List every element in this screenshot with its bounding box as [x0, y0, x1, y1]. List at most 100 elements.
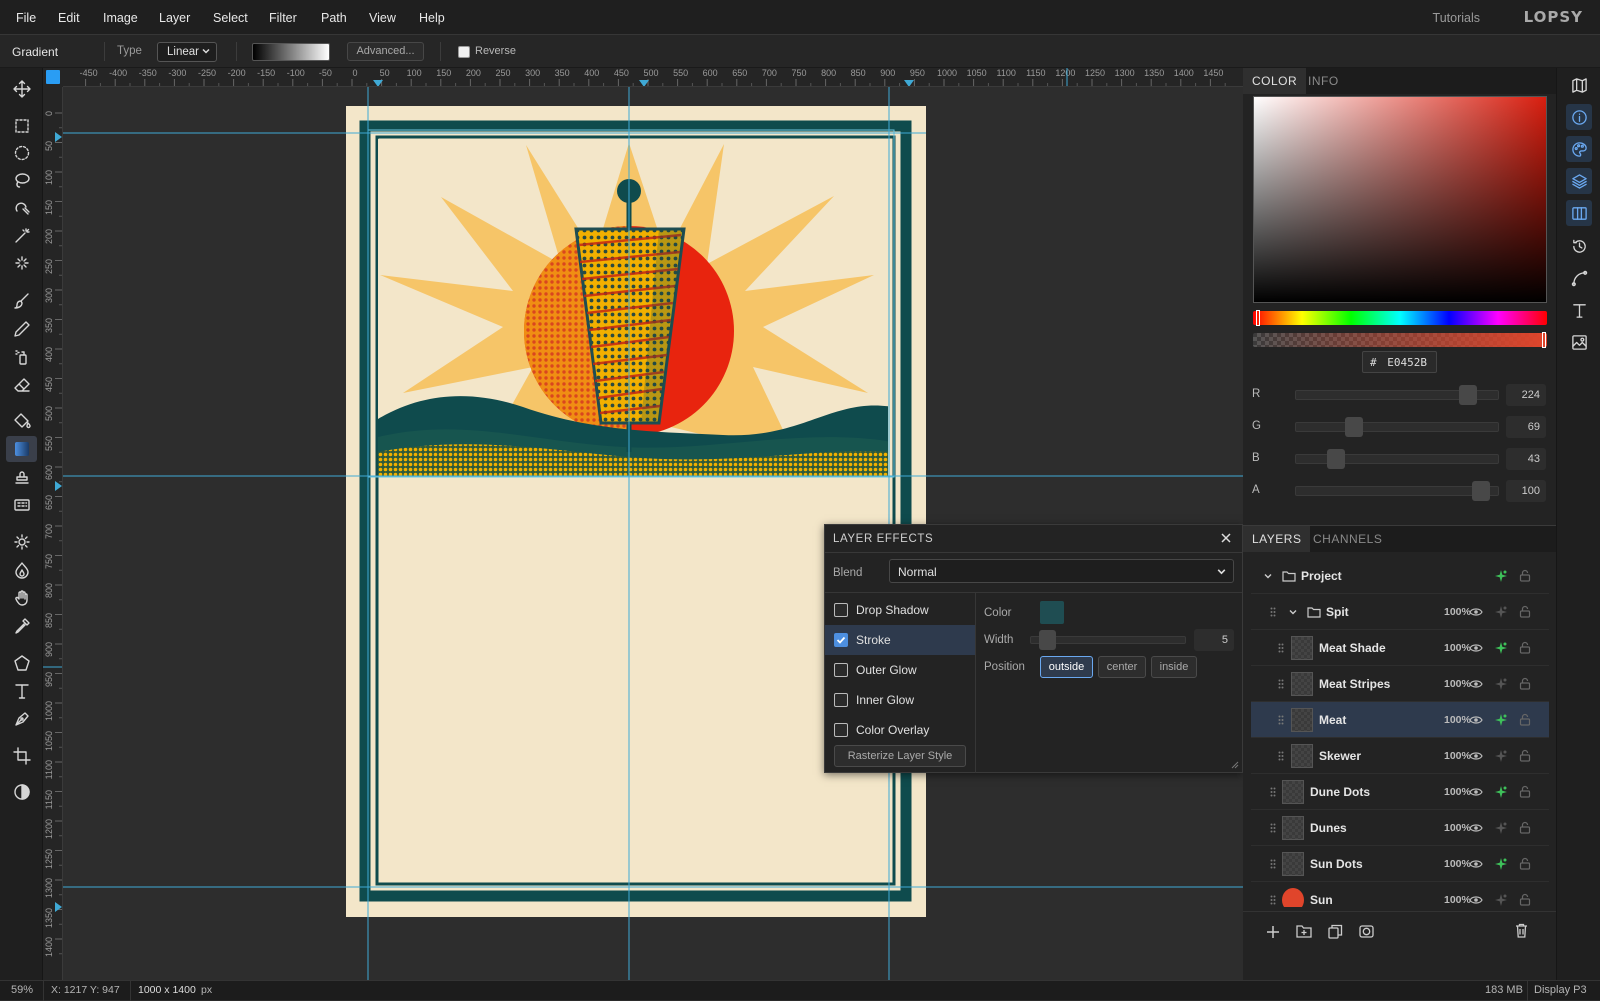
effect-checkbox-outer-glow[interactable] [834, 663, 848, 677]
duplicate-layer-icon[interactable] [1328, 924, 1343, 939]
lock-icon[interactable] [1519, 641, 1531, 654]
reverse-checkbox[interactable] [458, 46, 470, 58]
chevron-down-icon[interactable] [1288, 607, 1298, 617]
alpha-slider[interactable] [1253, 333, 1547, 347]
layer-row-meat-shade[interactable]: Meat Shade 100% [1251, 630, 1549, 666]
layer-fx-icon[interactable] [1494, 821, 1508, 835]
drag-handle-icon[interactable] [1270, 895, 1276, 905]
layer-fx-icon[interactable] [1494, 893, 1508, 907]
map-icon[interactable] [1566, 72, 1592, 98]
eyedropper-icon[interactable] [6, 613, 37, 639]
chevron-down-icon[interactable] [1263, 571, 1273, 581]
effect-row-outer-glow[interactable]: Outer Glow [825, 655, 975, 685]
layer-fx-icon[interactable] [1494, 641, 1508, 655]
position-center-button[interactable]: center [1098, 656, 1146, 678]
hue-slider[interactable] [1253, 311, 1547, 325]
image-adjust-icon[interactable] [1566, 329, 1592, 355]
channel-slider-b[interactable] [1295, 454, 1499, 464]
layer-row-spit[interactable]: Spit 100% [1251, 594, 1549, 630]
paint-bucket-icon[interactable] [6, 408, 37, 434]
channel-slider-handle[interactable] [1326, 449, 1345, 469]
eye-icon[interactable] [1469, 714, 1483, 726]
lock-icon[interactable] [1519, 857, 1531, 870]
layer-fx-icon[interactable] [1494, 605, 1508, 619]
brush-icon[interactable] [6, 288, 37, 314]
eye-icon[interactable] [1469, 858, 1483, 870]
menu-image[interactable]: Image [103, 11, 138, 25]
lock-icon[interactable] [1519, 677, 1531, 690]
spray-icon[interactable] [6, 344, 37, 370]
menu-help[interactable]: Help [419, 11, 445, 25]
resize-handle-icon[interactable] [1231, 761, 1239, 769]
layer-row-project[interactable]: Project [1251, 558, 1549, 594]
hue-slider-handle[interactable] [1256, 310, 1260, 326]
add-group-icon[interactable] [1296, 924, 1312, 938]
effect-row-drop-shadow[interactable]: Drop Shadow [825, 595, 975, 625]
eye-icon[interactable] [1469, 786, 1483, 798]
alpha-slider-handle[interactable] [1542, 332, 1546, 348]
quick-select-icon[interactable] [6, 250, 37, 276]
effect-checkbox-stroke[interactable] [834, 633, 848, 647]
drag-handle-icon[interactable] [1278, 751, 1284, 761]
close-icon[interactable] [1220, 532, 1232, 544]
lock-icon[interactable] [1519, 713, 1531, 726]
stroke-width-value[interactable]: 5 [1194, 629, 1234, 651]
burn-icon[interactable] [6, 557, 37, 583]
palette-icon[interactable] [1566, 136, 1592, 162]
channel-value-g[interactable]: 69 [1506, 416, 1546, 438]
channel-slider-g[interactable] [1295, 422, 1499, 432]
position-outside-button[interactable]: outside [1040, 656, 1093, 678]
layer-row-meat-stripes[interactable]: Meat Stripes 100% [1251, 666, 1549, 702]
eye-icon[interactable] [1469, 750, 1483, 762]
channel-slider-a[interactable] [1295, 486, 1499, 496]
drag-handle-icon[interactable] [1278, 679, 1284, 689]
eye-icon[interactable] [1469, 606, 1483, 618]
history-icon[interactable] [1566, 233, 1592, 259]
polygon-icon[interactable] [6, 650, 37, 676]
blend-select[interactable]: Normal [889, 559, 1234, 583]
layer-row-dunes[interactable]: Dunes 100% [1251, 810, 1549, 846]
tab-color[interactable]: COLOR [1243, 68, 1307, 94]
rect-select-icon[interactable] [6, 113, 37, 139]
gradient-type-select[interactable]: Linear [157, 42, 217, 62]
layer-fx-icon[interactable] [1494, 569, 1508, 583]
pen-icon[interactable] [6, 706, 37, 732]
dodge-icon[interactable] [6, 529, 37, 555]
lasso-icon[interactable] [6, 167, 37, 193]
add-layer-icon[interactable] [1266, 925, 1280, 939]
menu-select[interactable]: Select [213, 11, 248, 25]
saturation-value-picker[interactable] [1253, 96, 1547, 303]
channel-value-r[interactable]: 224 [1506, 384, 1546, 406]
layer-row-skewer[interactable]: Skewer 100% [1251, 738, 1549, 774]
columns-icon[interactable] [1566, 200, 1592, 226]
drag-handle-icon[interactable] [1270, 787, 1276, 797]
lock-icon[interactable] [1519, 785, 1531, 798]
stroke-width-slider-handle[interactable] [1038, 630, 1056, 650]
mask-icon[interactable] [1359, 924, 1374, 939]
layer-row-meat[interactable]: Meat 100% [1251, 702, 1549, 738]
lock-icon[interactable] [1519, 749, 1531, 762]
ellipse-select-icon[interactable] [6, 140, 37, 166]
lock-icon[interactable] [1519, 893, 1531, 906]
effect-row-color-overlay[interactable]: Color Overlay [825, 715, 975, 745]
info-icon[interactable] [1566, 104, 1592, 130]
eye-icon[interactable] [1469, 678, 1483, 690]
gradient-icon[interactable] [6, 436, 37, 462]
move-tool-icon[interactable] [6, 76, 37, 102]
gradient-preview-swatch[interactable] [252, 43, 330, 61]
advanced-button[interactable]: Advanced... [347, 42, 424, 61]
menu-view[interactable]: View [369, 11, 396, 25]
layer-fx-icon[interactable] [1494, 713, 1508, 727]
eye-icon[interactable] [1469, 642, 1483, 654]
layer-row-sun-dots[interactable]: Sun Dots 100% [1251, 846, 1549, 882]
tab-channels[interactable]: CHANNELS [1304, 526, 1391, 552]
tab-info[interactable]: INFO [1299, 68, 1348, 94]
rasterize-layer-style-button[interactable]: Rasterize Layer Style [834, 745, 966, 767]
layer-fx-icon[interactable] [1494, 857, 1508, 871]
channel-slider-handle[interactable] [1345, 417, 1364, 437]
stroke-color-swatch[interactable] [1040, 601, 1064, 624]
lock-icon[interactable] [1519, 605, 1531, 618]
channel-value-b[interactable]: 43 [1506, 448, 1546, 470]
clone-stamp-icon[interactable] [6, 464, 37, 490]
menu-path[interactable]: Path [321, 11, 347, 25]
